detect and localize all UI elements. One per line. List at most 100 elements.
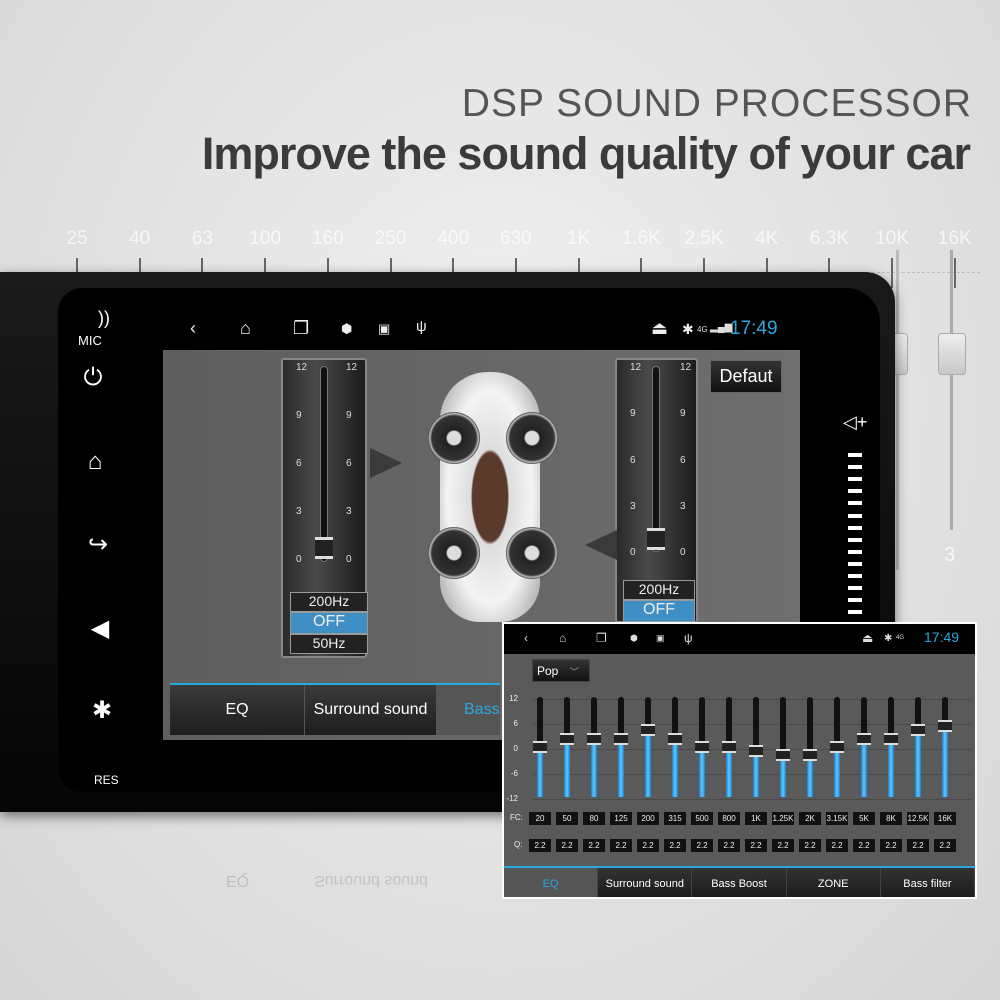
- tab-surround-sound[interactable]: Surround sound: [305, 685, 437, 735]
- q-value[interactable]: 2.2: [583, 839, 605, 852]
- eq-band-fill: [753, 751, 759, 797]
- fc-value[interactable]: 20: [529, 812, 551, 825]
- background-eq-label: 100: [249, 228, 281, 249]
- freq-option-selected[interactable]: OFF: [623, 600, 695, 622]
- q-value[interactable]: 2.2: [934, 839, 956, 852]
- back-icon[interactable]: ↪: [78, 530, 118, 559]
- eject-icon[interactable]: ⏏: [651, 318, 668, 339]
- fc-value[interactable]: 500: [691, 812, 713, 825]
- tick-label-right: 9: [680, 408, 686, 420]
- navigation-icon[interactable]: ◀: [80, 614, 120, 643]
- background-eq-label: 160: [311, 228, 344, 249]
- q-value[interactable]: 2.2: [745, 839, 767, 852]
- eject-icon[interactable]: ⏏: [862, 631, 873, 645]
- eq-band-knob[interactable]: [641, 724, 655, 737]
- tab-eq[interactable]: EQ: [504, 868, 599, 897]
- eq-band-knob[interactable]: [749, 745, 763, 758]
- home-icon[interactable]: ⌂: [75, 448, 115, 476]
- fc-value[interactable]: 315: [664, 812, 686, 825]
- fc-value[interactable]: 1K: [745, 812, 767, 825]
- eq-band-knob[interactable]: [938, 720, 952, 733]
- q-value[interactable]: 2.2: [880, 839, 902, 852]
- default-button[interactable]: Defaut: [710, 360, 782, 393]
- q-value[interactable]: 2.2: [664, 839, 686, 852]
- fc-value[interactable]: 50: [556, 812, 578, 825]
- headline-title: DSP SOUND PROCESSOR: [461, 82, 972, 125]
- slider-knob[interactable]: [647, 528, 665, 550]
- tick-label-left: 9: [630, 408, 636, 420]
- q-value[interactable]: 2.2: [907, 839, 929, 852]
- eq-band-knob[interactable]: [695, 741, 709, 753]
- tab-bass-boost[interactable]: Bass Boost: [692, 868, 787, 897]
- q-value[interactable]: 2.2: [610, 839, 632, 852]
- clock: 17:49: [730, 318, 778, 339]
- eq-band-knob[interactable]: [803, 749, 817, 762]
- freq-option[interactable]: 50Hz: [290, 634, 368, 654]
- q-value[interactable]: 2.2: [718, 839, 740, 852]
- home-icon[interactable]: ⌂: [240, 318, 251, 339]
- eq-band-knob[interactable]: [614, 732, 628, 745]
- back-icon[interactable]: ‹: [190, 318, 196, 339]
- eq-band-fill: [591, 738, 597, 797]
- bluetooth-icon: ✱: [682, 321, 694, 337]
- fc-value[interactable]: 80: [583, 812, 605, 825]
- slider-knob[interactable]: [315, 537, 333, 559]
- tick-label-right: 12: [680, 362, 692, 373]
- recent-apps-icon[interactable]: ❐: [293, 318, 309, 339]
- inset-status-bar: ‹ ⌂ ❐ ⬢ ▣ ψ ⏏ ✱ 4G 17:49: [504, 624, 975, 654]
- eq-band-knob[interactable]: [857, 732, 871, 745]
- q-value[interactable]: 2.2: [772, 839, 794, 852]
- freq-option[interactable]: 200Hz: [290, 592, 368, 612]
- back-icon[interactable]: ‹: [524, 631, 528, 645]
- tab-surround-sound[interactable]: Surround sound: [598, 868, 693, 897]
- fc-value[interactable]: 3.15K: [826, 812, 848, 825]
- volume-up-icon[interactable]: ◁+: [843, 412, 867, 433]
- fc-value[interactable]: 2K: [799, 812, 821, 825]
- fc-value[interactable]: 800: [718, 812, 740, 825]
- recent-apps-icon[interactable]: ❐: [596, 631, 607, 645]
- q-value[interactable]: 2.2: [853, 839, 875, 852]
- eq-band-knob[interactable]: [722, 741, 736, 753]
- eq-band-knob[interactable]: [668, 732, 682, 745]
- slider-track[interactable]: [320, 366, 328, 562]
- q-value[interactable]: 2.2: [556, 839, 578, 852]
- power-icon[interactable]: ⏻: [73, 364, 113, 392]
- eq-band-knob[interactable]: [911, 724, 925, 737]
- background-eq-label: 40: [129, 228, 151, 249]
- gridline: [532, 699, 972, 700]
- tab-zone[interactable]: ZONE: [787, 868, 881, 897]
- fc-value[interactable]: 8K: [880, 812, 902, 825]
- freq-option[interactable]: 200Hz: [623, 580, 695, 600]
- preset-dropdown[interactable]: Pop ﹀: [532, 659, 590, 682]
- volume-level-bar: [848, 489, 862, 494]
- tab-eq[interactable]: EQ: [170, 685, 305, 735]
- home-icon[interactable]: ⌂: [559, 631, 566, 645]
- fc-value[interactable]: 200: [637, 812, 659, 825]
- q-value[interactable]: 2.2: [529, 839, 551, 852]
- res-label[interactable]: RES: [94, 773, 119, 787]
- tab-bass[interactable]: Bass: [437, 685, 500, 735]
- q-value[interactable]: 2.2: [637, 839, 659, 852]
- eq-band-knob[interactable]: [884, 732, 898, 745]
- headline-subtitle: Improve the sound quality of your car: [201, 128, 971, 179]
- eq-band-knob[interactable]: [830, 741, 844, 753]
- eq-band-knob[interactable]: [776, 749, 790, 762]
- bluetooth-icon[interactable]: ✱: [82, 696, 122, 725]
- eq-band-knob[interactable]: [587, 732, 601, 745]
- fc-value[interactable]: 16K: [934, 812, 956, 825]
- q-value[interactable]: 2.2: [826, 839, 848, 852]
- tick-label-left: 9: [296, 410, 302, 421]
- eq-band-fill: [861, 738, 867, 797]
- q-value[interactable]: 2.2: [691, 839, 713, 852]
- slider-track[interactable]: [652, 366, 660, 552]
- fc-value[interactable]: 12.5K: [907, 812, 929, 825]
- tab-bass-filter[interactable]: Bass filter: [881, 868, 975, 897]
- eq-band-knob[interactable]: [560, 732, 574, 745]
- tick-label-right: 12: [346, 362, 358, 373]
- fc-value[interactable]: 1.25K: [772, 812, 794, 825]
- eq-band-knob[interactable]: [533, 741, 547, 753]
- freq-option-selected[interactable]: OFF: [290, 612, 368, 634]
- fc-value[interactable]: 5K: [853, 812, 875, 825]
- fc-value[interactable]: 125: [610, 812, 632, 825]
- q-value[interactable]: 2.2: [799, 839, 821, 852]
